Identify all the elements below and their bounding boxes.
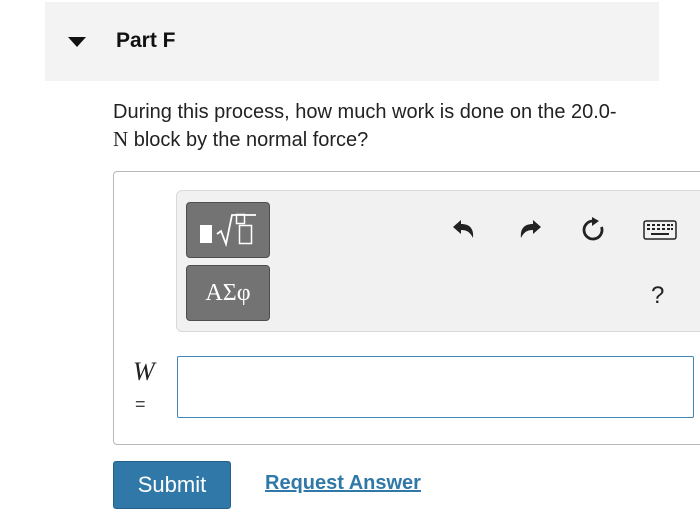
reset-button[interactable] bbox=[578, 215, 608, 245]
part-header[interactable]: Part F bbox=[45, 2, 659, 81]
redo-icon bbox=[520, 220, 541, 238]
templates-button[interactable] bbox=[186, 202, 270, 258]
help-button[interactable]: ? bbox=[651, 282, 664, 310]
question-line-2: block by the normal force? bbox=[128, 129, 369, 151]
request-answer-link[interactable]: Request Answer bbox=[265, 472, 421, 495]
answer-input[interactable] bbox=[177, 356, 694, 418]
variable-label: W bbox=[133, 357, 155, 386]
submit-button[interactable]: Submit bbox=[113, 461, 231, 509]
part-title: Part F bbox=[116, 29, 176, 52]
keyboard-button[interactable] bbox=[642, 215, 678, 245]
redo-button[interactable] bbox=[515, 215, 545, 245]
question-line-1: During this process, how much work is do… bbox=[113, 101, 617, 123]
equals-sign: = bbox=[135, 394, 146, 414]
keyboard-icon bbox=[643, 220, 677, 240]
question-text: During this process, how much work is do… bbox=[113, 99, 678, 154]
math-toolbar: ΑΣφ ? bbox=[176, 190, 700, 332]
answer-box: ΑΣφ ? W = bbox=[113, 171, 700, 445]
fraction-root-template-icon bbox=[200, 213, 256, 248]
greek-symbols-button[interactable]: ΑΣφ bbox=[186, 265, 270, 321]
collapse-caret-icon[interactable] bbox=[68, 37, 86, 47]
undo-icon bbox=[453, 220, 474, 238]
reset-icon bbox=[582, 217, 604, 241]
question-unit: N bbox=[113, 127, 129, 151]
undo-button[interactable] bbox=[449, 215, 479, 245]
